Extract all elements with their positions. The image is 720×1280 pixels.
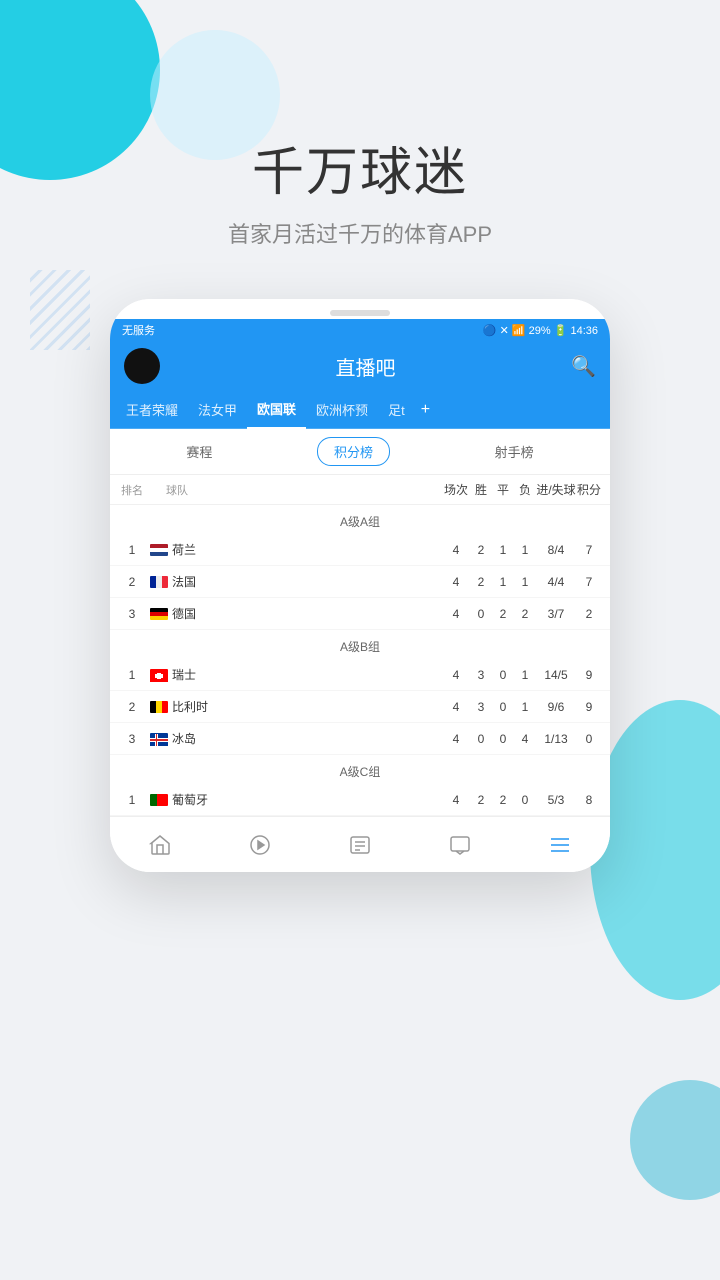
main-title: 千万球迷 [0, 130, 720, 205]
flag-pt [150, 794, 168, 806]
table-row[interactable]: 3 德国 4 0 2 2 3/7 2 [110, 598, 610, 630]
rank: 2 [118, 700, 146, 714]
nav-play[interactable] [248, 833, 272, 857]
flag-de [150, 608, 168, 620]
nav-list[interactable] [548, 833, 572, 857]
tab-ouzhoupbei[interactable]: 欧洲杯预 [306, 391, 378, 429]
status-right: 🔵 ✕ 📶 29% 🔋 14:36 [483, 324, 598, 337]
flag-fr [150, 576, 168, 588]
team-col: 法国 [146, 573, 442, 590]
rank: 1 [118, 668, 146, 682]
sub-title: 首家月活过千万的体育APP [0, 217, 720, 249]
team-name: 德国 [172, 605, 196, 622]
subtab-scorers[interactable]: 射手榜 [479, 438, 550, 465]
table-header: 排名 球队 场次 胜 平 负 进/失球 积分 [110, 475, 610, 505]
rank: 1 [118, 793, 146, 807]
table-row[interactable]: 3 冰岛 4 0 0 4 1/13 0 [110, 723, 610, 755]
table-row[interactable]: 1 荷兰 4 2 1 1 8/4 7 [110, 534, 610, 566]
notch-bar [330, 310, 390, 316]
header-rank: 排名 [118, 482, 146, 498]
header-team: 球队 [146, 482, 442, 498]
group-c-header: A级C组 [110, 755, 610, 784]
tab-fanvjia[interactable]: 法女甲 [188, 391, 247, 429]
table-row[interactable]: 1 瑞士 4 3 0 1 14/5 9 [110, 659, 610, 691]
header-d: 平 [492, 481, 514, 498]
phone-mockup: 无服务 🔵 ✕ 📶 29% 🔋 14:36 直播吧 🔍 王者荣耀 法女甲 欧国联… [110, 299, 610, 872]
table-row[interactable]: 2 法国 4 2 1 1 4/4 7 [110, 566, 610, 598]
team-col: 荷兰 [146, 541, 442, 558]
flag-nl [150, 544, 168, 556]
phone-notch [110, 299, 610, 319]
team-name: 荷兰 [172, 541, 196, 558]
nav-home[interactable] [148, 833, 172, 857]
status-left: 无服务 [122, 322, 155, 338]
tab-ouguolian[interactable]: 欧国联 [247, 391, 306, 429]
flag-is [150, 733, 168, 745]
bg-decoration-stripe [30, 270, 90, 350]
sub-tabs: 赛程 积分榜 射手榜 [110, 429, 610, 475]
status-bar: 无服务 🔵 ✕ 📶 29% 🔋 14:36 [110, 319, 610, 341]
nav-news[interactable] [348, 833, 372, 857]
subtab-schedule[interactable]: 赛程 [170, 438, 228, 465]
flag-ch [150, 669, 168, 681]
header-l: 负 [514, 481, 536, 498]
table-row[interactable]: 1 葡萄牙 4 2 2 0 5/3 8 [110, 784, 610, 816]
search-icon[interactable]: 🔍 [571, 354, 596, 379]
header-played: 场次 [442, 481, 470, 498]
team-name: 冰岛 [172, 730, 196, 747]
group-a-header: A级A组 [110, 505, 610, 534]
team-col: 瑞士 [146, 666, 442, 683]
nav-tabs: 王者荣耀 法女甲 欧国联 欧洲杯预 足t + [110, 391, 610, 429]
avatar[interactable] [124, 348, 160, 384]
team-name: 比利时 [172, 698, 208, 715]
header-pts: 积分 [576, 481, 602, 498]
team-col: 比利时 [146, 698, 442, 715]
group-b-header: A级B组 [110, 630, 610, 659]
bottom-nav [110, 816, 610, 872]
team-col: 冰岛 [146, 730, 442, 747]
team-name: 瑞士 [172, 666, 196, 683]
flag-be [150, 701, 168, 713]
header-w: 胜 [470, 481, 492, 498]
rank: 1 [118, 543, 146, 557]
team-name: 葡萄牙 [172, 791, 208, 808]
app-header: 直播吧 🔍 [110, 341, 610, 391]
rank: 2 [118, 575, 146, 589]
team-name: 法国 [172, 573, 196, 590]
header-section: 千万球迷 首家月活过千万的体育APP [0, 0, 720, 249]
tab-wangzhe[interactable]: 王者荣耀 [116, 391, 188, 429]
team-col: 葡萄牙 [146, 791, 442, 808]
nav-chat[interactable] [448, 833, 472, 857]
subtab-standings[interactable]: 积分榜 [317, 437, 390, 466]
rank: 3 [118, 607, 146, 621]
header-gd: 进/失球 [536, 481, 576, 498]
tab-zut[interactable]: 足t [378, 391, 415, 429]
app-title: 直播吧 [336, 352, 396, 381]
bg-decoration-circle-br [630, 1080, 720, 1200]
rank: 3 [118, 732, 146, 746]
team-col: 德国 [146, 605, 442, 622]
table-row[interactable]: 2 比利时 4 3 0 1 9/6 9 [110, 691, 610, 723]
tab-plus-icon[interactable]: + [415, 401, 436, 419]
